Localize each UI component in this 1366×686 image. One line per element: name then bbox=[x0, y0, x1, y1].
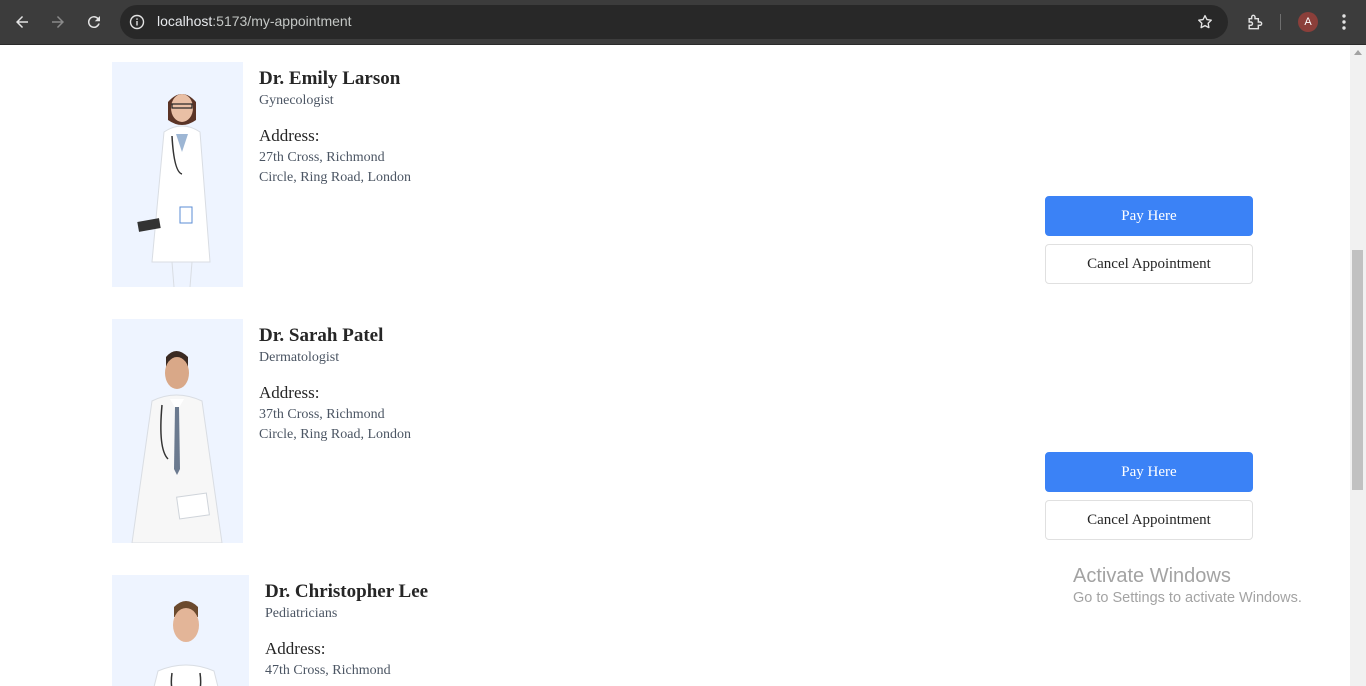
address-bar[interactable]: localhost:5173/my-appointment bbox=[120, 5, 1228, 39]
watermark-title: Activate Windows bbox=[1073, 565, 1231, 587]
forward-arrow-icon bbox=[52, 16, 64, 28]
female-doctor-image bbox=[112, 62, 243, 287]
address-line-1: 37th Cross, Richmond bbox=[259, 407, 385, 422]
male-doctor-image bbox=[112, 575, 249, 686]
toolbar-divider bbox=[1280, 14, 1281, 30]
address-line-1: 47th Cross, Richmond bbox=[265, 663, 391, 678]
forward-button[interactable] bbox=[45, 9, 71, 35]
back-arrow-icon bbox=[16, 16, 28, 28]
address-line-2: Circle, Ring Road, London bbox=[259, 427, 412, 442]
reload-icon bbox=[87, 16, 100, 29]
pay-here-button[interactable]: Pay Here bbox=[1045, 452, 1253, 492]
doctor-speciality: Dermatologist bbox=[259, 350, 340, 365]
page-scrollbar[interactable] bbox=[1350, 45, 1366, 686]
site-info-icon[interactable] bbox=[129, 14, 145, 30]
url-text: localhost:5173/my-appointment bbox=[157, 13, 352, 29]
browser-toolbar: localhost:5173/my-appointment A bbox=[0, 0, 1366, 45]
bookmark-star-icon[interactable] bbox=[1196, 13, 1214, 31]
doctor-info: Dr. Sarah Patel Dermatologist Address: 3… bbox=[259, 319, 411, 443]
appointment-card: Dr. Emily Larson Gynecologist Address: 2… bbox=[112, 62, 1253, 287]
back-button[interactable] bbox=[9, 9, 35, 35]
address-label: Address: bbox=[259, 126, 320, 145]
cancel-appointment-button[interactable]: Cancel Appointment bbox=[1045, 500, 1253, 540]
address-label: Address: bbox=[259, 383, 320, 402]
doctor-info: Dr. Christopher Lee Pediatricians Addres… bbox=[265, 575, 428, 679]
doctor-photo bbox=[112, 319, 243, 543]
extensions-puzzle-icon[interactable] bbox=[1245, 12, 1265, 32]
reload-button[interactable] bbox=[81, 9, 107, 35]
pay-here-button[interactable]: Pay Here bbox=[1045, 196, 1253, 236]
doctor-photo bbox=[112, 575, 249, 686]
address-line-1: 27th Cross, Richmond bbox=[259, 150, 385, 165]
cancel-appointment-button[interactable]: Cancel Appointment bbox=[1045, 244, 1253, 284]
more-menu-icon[interactable] bbox=[1334, 12, 1354, 32]
doctor-info: Dr. Emily Larson Gynecologist Address: 2… bbox=[259, 62, 411, 186]
doctor-speciality: Pediatricians bbox=[265, 606, 338, 621]
appointment-card: Dr. Sarah Patel Dermatologist Address: 3… bbox=[112, 319, 1253, 543]
address-line-2: Circle, Ring Road, London bbox=[259, 170, 412, 185]
doctor-name: Dr. Emily Larson bbox=[259, 68, 401, 89]
male-doctor-image bbox=[112, 319, 243, 543]
address-label: Address: bbox=[265, 639, 326, 658]
scrollbar-thumb[interactable] bbox=[1352, 250, 1363, 490]
doctor-name: Dr. Sarah Patel bbox=[259, 325, 384, 346]
scroll-up-arrow-icon[interactable] bbox=[1354, 50, 1362, 55]
doctor-speciality: Gynecologist bbox=[259, 93, 334, 108]
profile-avatar[interactable]: A bbox=[1298, 12, 1318, 32]
doctor-name: Dr. Christopher Lee bbox=[265, 581, 429, 602]
appointment-actions: Pay Here Cancel Appointment bbox=[1045, 196, 1253, 284]
doctor-photo bbox=[112, 62, 243, 287]
url-path: :5173/my-appointment bbox=[212, 13, 352, 29]
appointment-actions: Pay Here Cancel Appointment bbox=[1045, 452, 1253, 540]
windows-activation-watermark: Activate Windows Go to Settings to activ… bbox=[1073, 565, 1302, 606]
watermark-subtitle: Go to Settings to activate Windows. bbox=[1073, 590, 1302, 606]
url-host: localhost bbox=[157, 13, 213, 29]
